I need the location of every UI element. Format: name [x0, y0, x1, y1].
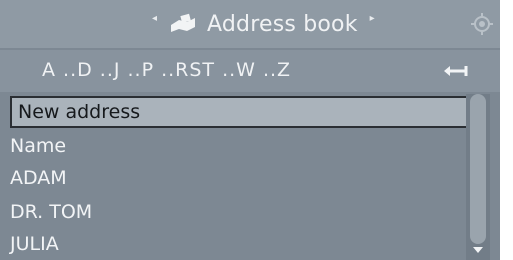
list-item[interactable]: DR. TOM: [0, 196, 470, 228]
title-group[interactable]: ◂ Address book ▸: [140, 8, 387, 40]
list-item[interactable]: JULIA: [0, 228, 470, 260]
list-item[interactable]: New address: [10, 96, 470, 128]
back-arrow-icon: [444, 66, 468, 76]
title-bar: ◂ Address book ▸: [0, 0, 500, 48]
title-left-arrow[interactable]: ◂: [152, 13, 157, 24]
chevron-down-icon[interactable]: [472, 244, 484, 256]
address-book-screen: ◂ Address book ▸ A ..D ..J ..P ..RST ..W…: [0, 0, 500, 260]
address-book-icon: [171, 13, 196, 32]
scrollbar[interactable]: [466, 94, 490, 260]
back-button[interactable]: [438, 56, 472, 86]
alphabet-bar: A ..D ..J ..P ..RST ..W ..Z: [0, 50, 500, 92]
page-title: Address book: [207, 11, 358, 37]
scroll-thumb[interactable]: [470, 94, 486, 244]
address-list: New address Name ADAM DR. TOM JULIA: [0, 94, 470, 260]
alphabet-index[interactable]: A ..D ..J ..P ..RST ..W ..Z: [42, 59, 291, 81]
controller-icon: [471, 13, 493, 35]
list-item[interactable]: Name: [0, 130, 470, 162]
page-margin: [500, 0, 513, 260]
title-right-arrow[interactable]: ▸: [370, 13, 375, 24]
list-item[interactable]: ADAM: [0, 162, 470, 194]
